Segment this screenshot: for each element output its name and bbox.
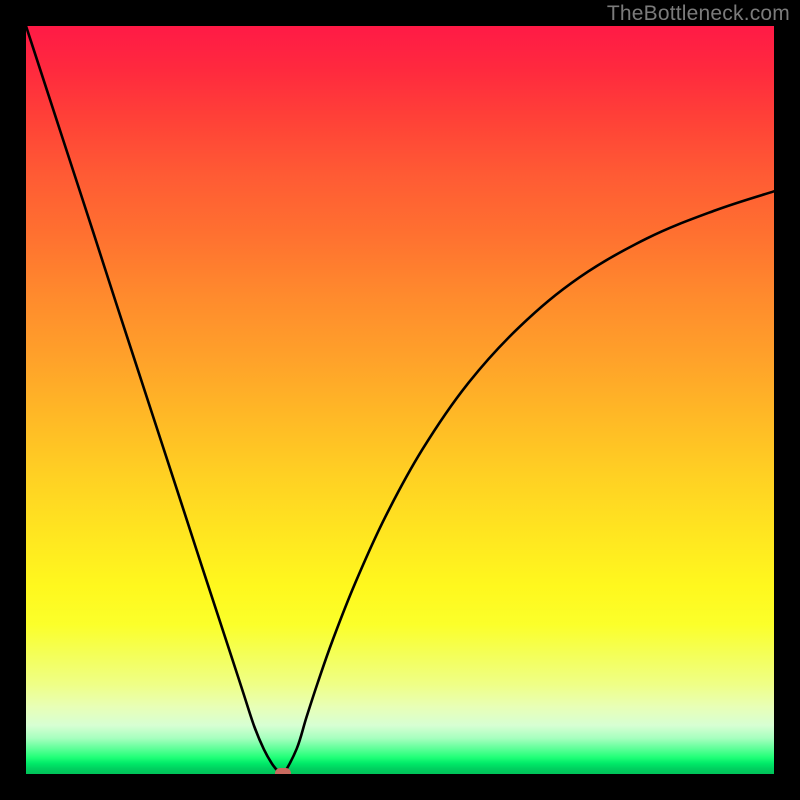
bottleneck-curve [26,26,774,774]
curve-svg [26,26,774,774]
optimal-point-marker [275,768,291,774]
chart-stage: TheBottleneck.com [0,0,800,800]
attribution-text: TheBottleneck.com [607,2,790,26]
plot-area [26,26,774,774]
